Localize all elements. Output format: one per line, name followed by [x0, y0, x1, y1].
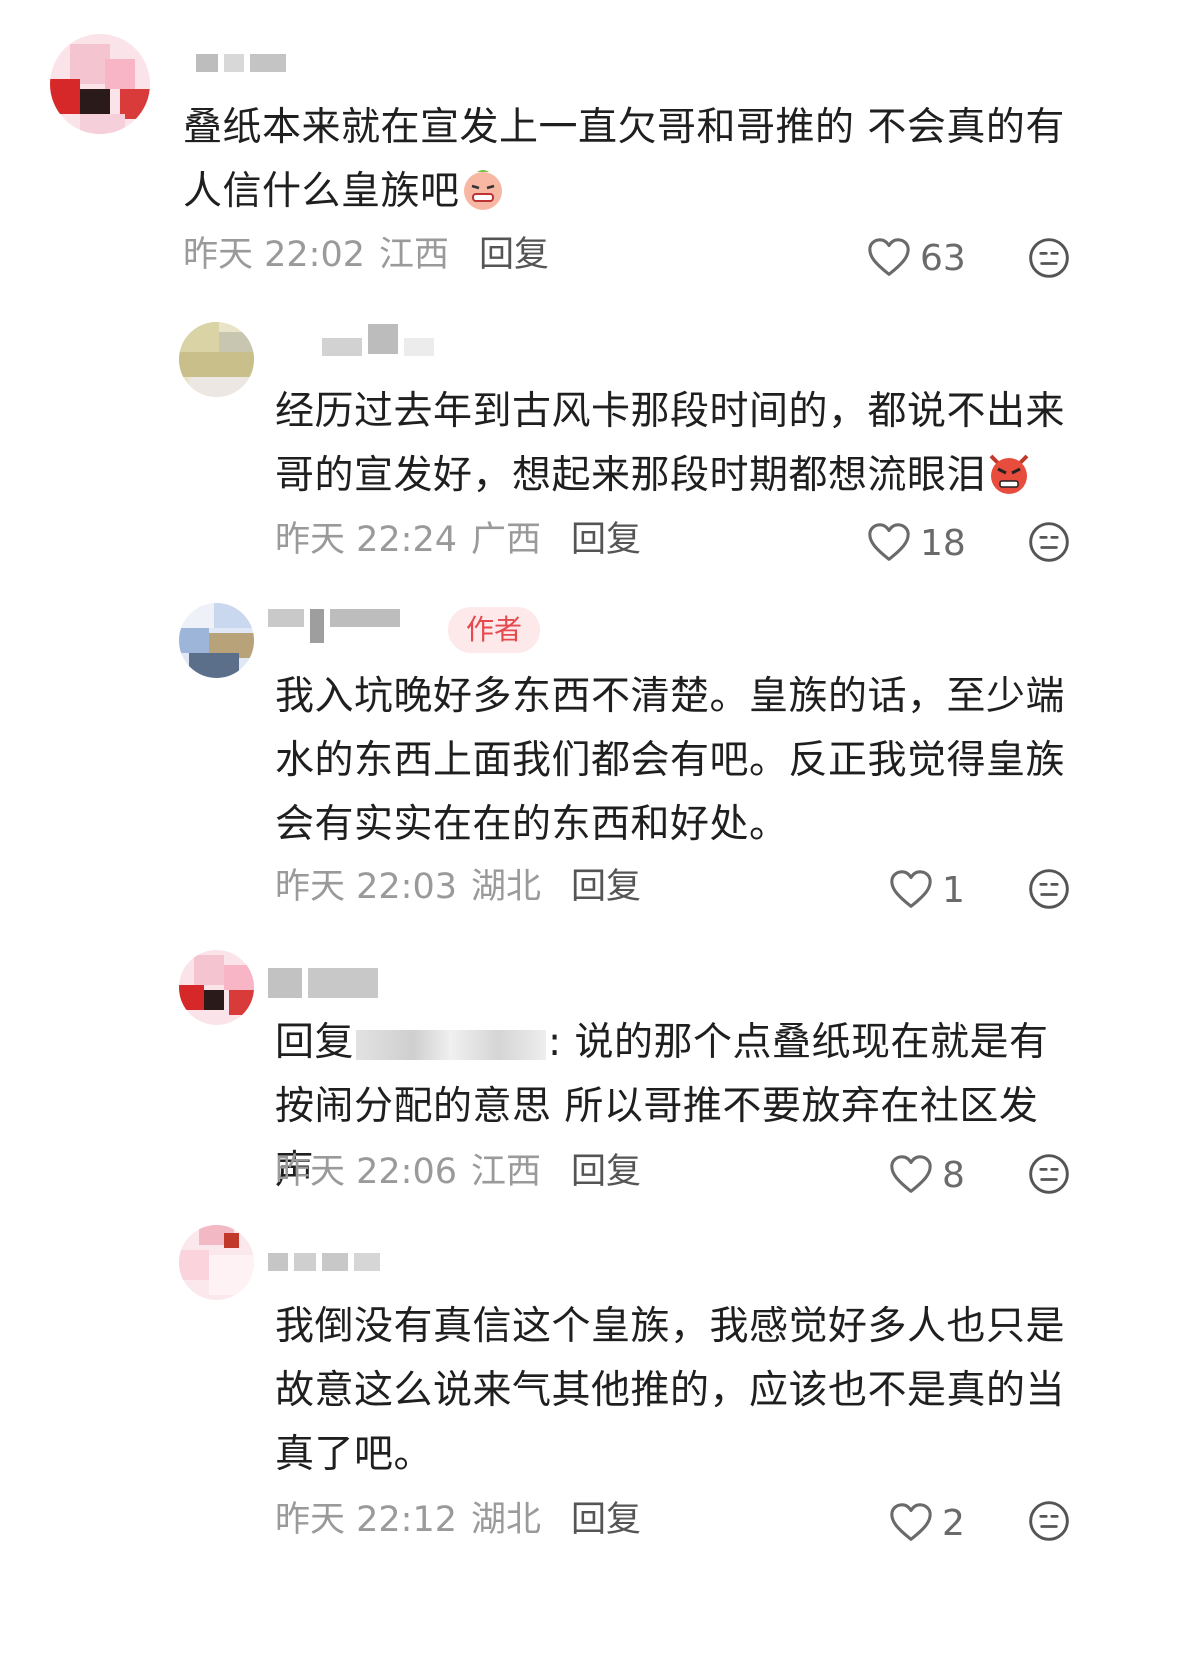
comment-meta: 昨天 22:03 湖北 回复: [275, 862, 641, 912]
like-count: 8: [942, 1154, 965, 1196]
comment-time: 昨天 22:12: [275, 1500, 457, 1540]
reply-button[interactable]: 回复: [571, 1500, 641, 1540]
emoji-reaction-icon[interactable]: [1027, 520, 1071, 564]
comment-time: 昨天 22:02: [183, 235, 365, 275]
comment-meta: 昨天 22:24 广西 回复: [275, 515, 641, 565]
reply-button[interactable]: 回复: [571, 867, 641, 907]
avatar[interactable]: [179, 322, 254, 397]
username-blurred[interactable]: [196, 54, 292, 72]
heart-icon: [888, 1500, 934, 1546]
comment-region: 湖北: [471, 1500, 542, 1540]
username-blurred[interactable]: [322, 324, 440, 356]
comment-region: 江西: [379, 235, 450, 275]
like-count: 18: [920, 522, 966, 564]
reply-item: 作者 我入坑晚好多东西不清楚。皇族的话，至少端水的东西上面我们都会有吧。反正我觉…: [0, 585, 1179, 935]
username-blurred[interactable]: [268, 1253, 386, 1271]
author-badge: 作者: [448, 607, 541, 653]
like-count: 63: [920, 237, 966, 279]
comment-time: 昨天 22:03: [275, 867, 457, 907]
comment-text: 我入坑晚好多东西不清楚。皇族的话，至少端水的东西上面我们都会有吧。反正我觉得皇族…: [275, 674, 1066, 847]
reply-prefix: 回复: [275, 1020, 355, 1065]
avatar[interactable]: [50, 34, 150, 134]
heart-icon: [866, 235, 912, 281]
comment-region: 广西: [471, 520, 542, 560]
like-button[interactable]: 63: [866, 233, 966, 283]
heart-icon: [888, 867, 934, 913]
emoji-reaction-icon[interactable]: [1027, 1152, 1071, 1196]
comment-text: 叠纸本来就在宣发上一直欠哥和哥推的 不会真的有人信什么皇族吧: [183, 105, 1065, 214]
reply-item: 经历过去年到古风卡那段时间的，都说不出来哥的宣发好，想起来那段时期都想流眼泪 昨…: [0, 300, 1179, 585]
comment-time: 昨天 22:06: [275, 1152, 457, 1192]
like-count: 2: [942, 1502, 965, 1544]
avatar[interactable]: [179, 1225, 254, 1300]
comment-meta: 昨天 22:02 江西 回复: [183, 230, 549, 280]
like-button[interactable]: 1: [888, 865, 965, 915]
emoji-reaction-icon[interactable]: [1027, 1499, 1071, 1543]
grimace-emoji-icon: [463, 170, 502, 210]
reply-button[interactable]: 回复: [571, 1152, 641, 1192]
comment-time: 昨天 22:24: [275, 520, 457, 560]
reply-button[interactable]: 回复: [479, 235, 549, 275]
username-blurred[interactable]: [268, 609, 406, 643]
emoji-reaction-icon[interactable]: [1027, 236, 1071, 280]
emoji-reaction-icon[interactable]: [1027, 867, 1071, 911]
heart-icon: [866, 520, 912, 566]
avatar[interactable]: [179, 603, 254, 678]
reply-item: 回复: 说的那个点叠纸现在就是有按闹分配的意思 所以哥推不要放弃在社区发声 昨天…: [0, 935, 1179, 1225]
comment-meta: 昨天 22:06 江西 回复: [275, 1147, 641, 1197]
reply-button[interactable]: 回复: [571, 520, 641, 560]
mentioned-username-blurred[interactable]: [356, 1029, 547, 1060]
comment-region: 江西: [471, 1152, 542, 1192]
like-button[interactable]: 8: [888, 1150, 965, 1200]
reply-item: 我倒没有真信这个皇族，我感觉好多人也只是故意这么说来气其他推的，应该也不是真的当…: [0, 1225, 1179, 1653]
like-button[interactable]: 18: [866, 518, 966, 568]
angry-devil-emoji-icon: [989, 454, 1029, 494]
like-count: 1: [942, 869, 965, 911]
comment-region: 湖北: [471, 867, 542, 907]
comment-text: 经历过去年到古风卡那段时间的，都说不出来哥的宣发好，想起来那段时期都想流眼泪: [275, 389, 1066, 498]
comment-text: 我倒没有真信这个皇族，我感觉好多人也只是故意这么说来气其他推的，应该也不是真的当…: [275, 1304, 1066, 1477]
comment-meta: 昨天 22:12 湖北 回复: [275, 1495, 641, 1545]
like-button[interactable]: 2: [888, 1498, 965, 1548]
heart-icon: [888, 1152, 934, 1198]
comment-item: 叠纸本来就在宣发上一直欠哥和哥推的 不会真的有人信什么皇族吧 昨天 22:02 江…: [0, 0, 1179, 300]
username-blurred[interactable]: [268, 968, 384, 998]
avatar[interactable]: [179, 950, 254, 1025]
